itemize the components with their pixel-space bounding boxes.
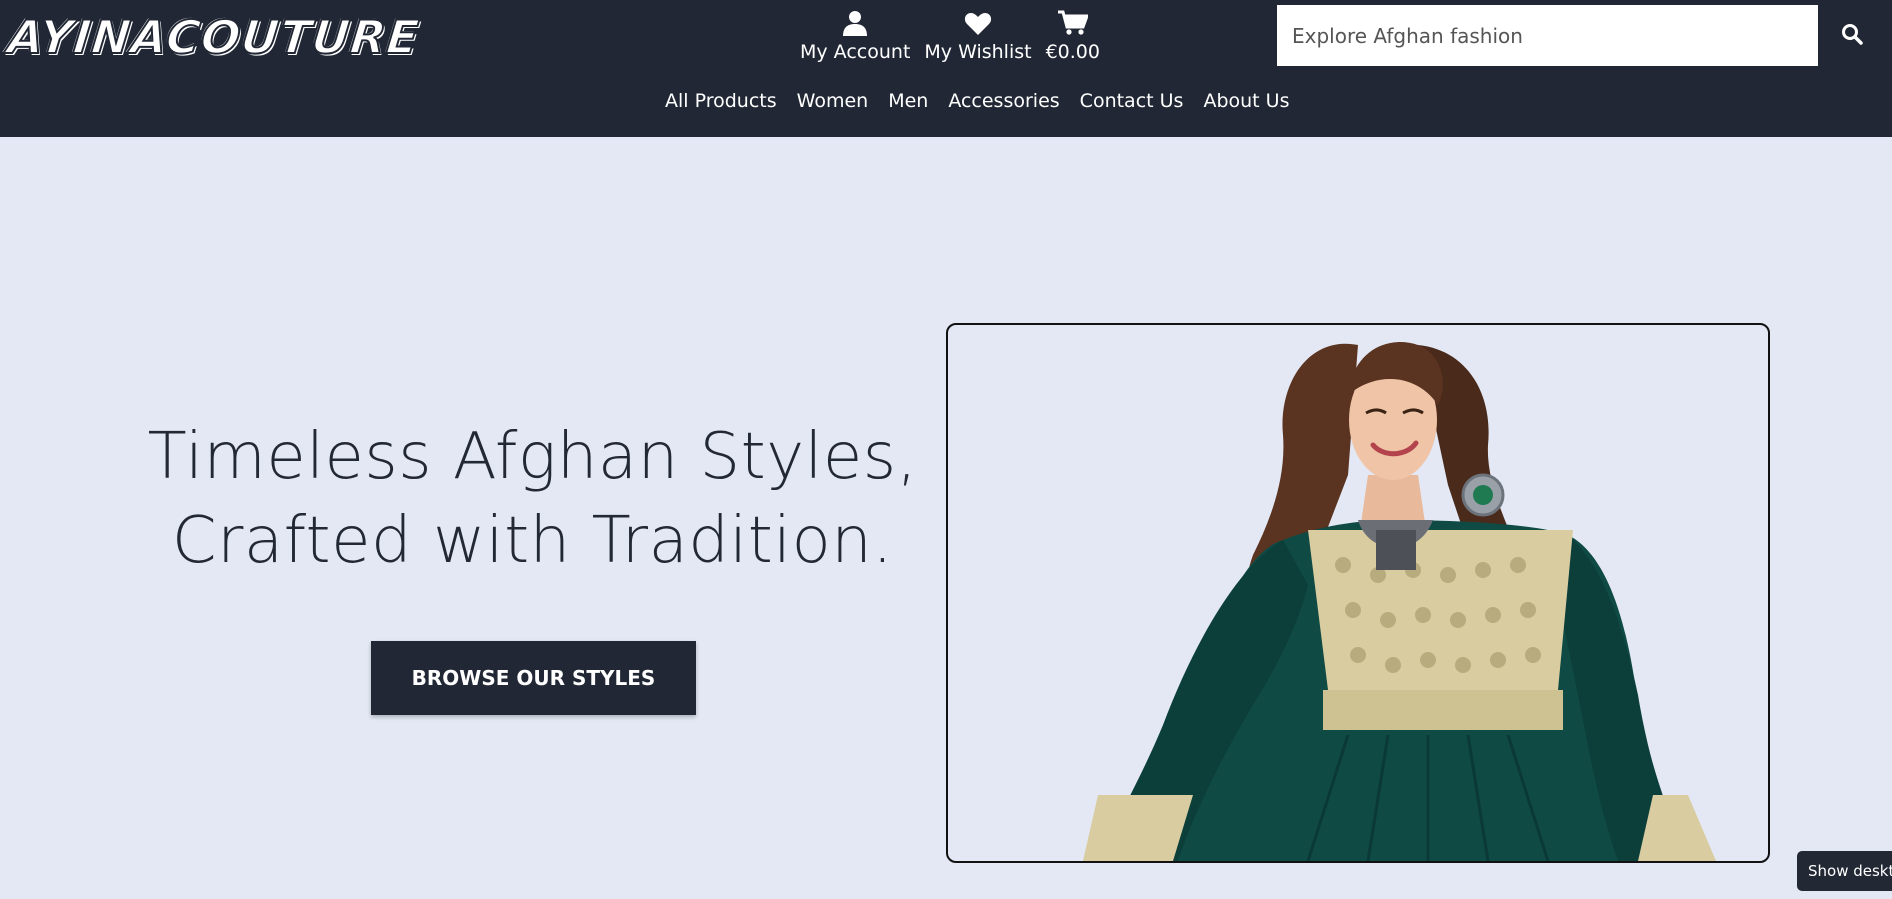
my-wishlist-label: My Wishlist	[924, 41, 1032, 63]
cart-icon	[1057, 6, 1088, 36]
search-icon	[1841, 23, 1863, 49]
heart-icon	[964, 6, 992, 36]
my-account-link[interactable]: My Account	[800, 6, 910, 63]
browse-styles-button[interactable]: BROWSE OUR STYLES	[371, 641, 696, 715]
search-input[interactable]	[1277, 5, 1818, 66]
model-illustration	[1083, 342, 1716, 861]
cart-total: €0.00	[1045, 41, 1100, 63]
my-wishlist-link[interactable]: My Wishlist	[924, 6, 1032, 63]
nav-contact-us[interactable]: Contact Us	[1080, 90, 1184, 112]
nav-accessories[interactable]: Accessories	[948, 90, 1059, 112]
show-desktop-button[interactable]: Show desktop	[1797, 851, 1892, 891]
hero-title-line-1: Timeless Afghan Styles,	[147, 420, 918, 494]
brand-logo[interactable]: AYINACOUTURE	[4, 9, 423, 65]
hero-title: Timeless Afghan Styles, Crafted with Tra…	[130, 415, 935, 583]
search-button[interactable]	[1822, 5, 1882, 66]
main-nav: All Products Women Men Accessories Conta…	[665, 90, 1289, 112]
account-links: My Account My Wishlist €0.00	[800, 6, 1114, 63]
site-header: AYINACOUTURE My Account My Wishlist €0.0…	[0, 0, 1892, 137]
hero-title-line-2: Crafted with Tradition.	[171, 504, 894, 578]
nav-all-products[interactable]: All Products	[665, 90, 777, 112]
nav-women[interactable]: Women	[797, 90, 869, 112]
user-icon	[842, 6, 868, 36]
hero-image	[946, 323, 1770, 863]
my-account-label: My Account	[800, 41, 911, 63]
cart-link[interactable]: €0.00	[1046, 6, 1100, 63]
nav-men[interactable]: Men	[888, 90, 928, 112]
nav-about-us[interactable]: About Us	[1203, 90, 1289, 112]
